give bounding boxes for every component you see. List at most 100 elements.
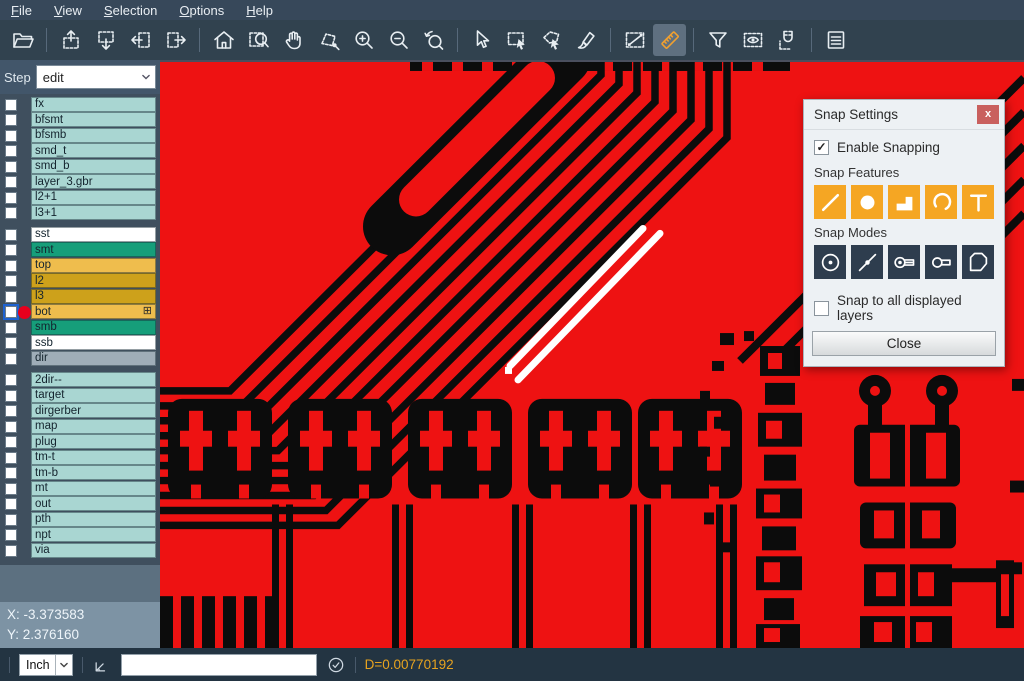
command-input[interactable] — [121, 654, 317, 676]
mode-contour-button[interactable] — [962, 245, 994, 279]
pan-down-button[interactable] — [89, 24, 122, 56]
select-poly-button[interactable] — [535, 24, 568, 56]
layer-visibility-checkbox[interactable] — [5, 145, 17, 157]
layer-row-out[interactable]: out — [0, 497, 160, 513]
feat-surface-button[interactable] — [888, 185, 920, 219]
dialog-title-bar[interactable]: Snap Settings x — [804, 100, 1004, 130]
layer-visibility-checkbox[interactable] — [5, 421, 17, 433]
layer-visibility-checkbox[interactable] — [5, 374, 17, 386]
layer-row-map[interactable]: map — [0, 419, 160, 435]
layer-row-l3[interactable]: l3 — [0, 289, 160, 305]
layer-visibility-checkbox[interactable] — [5, 452, 17, 464]
layer-row-smd_b[interactable]: smd_b — [0, 159, 160, 175]
layer-row-l2[interactable]: l2 — [0, 274, 160, 290]
mode-center-button[interactable] — [814, 245, 846, 279]
pan-left-button[interactable] — [124, 24, 157, 56]
layer-row-smb[interactable]: smb — [0, 320, 160, 336]
feat-circle-button[interactable] — [851, 185, 883, 219]
layer-row-plug[interactable]: plug — [0, 435, 160, 451]
layer-row-target[interactable]: target — [0, 388, 160, 404]
pan-hand-button[interactable] — [277, 24, 310, 56]
mode-midpoint-button[interactable] — [851, 245, 883, 279]
layer-row-l2+1[interactable]: l2+1 — [0, 190, 160, 206]
ruler-button[interactable] — [653, 24, 686, 56]
feat-arc-button[interactable] — [925, 185, 957, 219]
select-arrow-button[interactable] — [465, 24, 498, 56]
layer-row-2dir--[interactable]: 2dir-- — [0, 373, 160, 389]
layer-visibility-checkbox[interactable] — [5, 405, 17, 417]
menu-item-help[interactable]: Help — [235, 2, 284, 19]
zoom-in-button[interactable] — [347, 24, 380, 56]
layer-row-sst[interactable]: sst — [0, 227, 160, 243]
pan-up-button[interactable] — [54, 24, 87, 56]
layer-visibility-checkbox[interactable] — [5, 322, 17, 334]
layer-visibility-checkbox[interactable] — [5, 229, 17, 241]
dialog-close-button[interactable]: x — [977, 105, 999, 124]
mode-pad-slot-button[interactable] — [888, 245, 920, 279]
step-select[interactable]: edit — [36, 65, 156, 89]
layer-visibility-checkbox[interactable] — [5, 192, 17, 204]
menu-item-options[interactable]: Options — [168, 2, 235, 19]
layer-row-mt[interactable]: mt — [0, 481, 160, 497]
form-button[interactable] — [819, 24, 852, 56]
layer-visibility-checkbox[interactable] — [5, 275, 17, 287]
brush-button[interactable] — [570, 24, 603, 56]
circle-check-icon[interactable] — [326, 655, 346, 675]
mode-pad-outline-button[interactable] — [925, 245, 957, 279]
layer-row-bfsmb[interactable]: bfsmb — [0, 128, 160, 144]
layer-visibility-checkbox[interactable] — [5, 161, 17, 173]
menu-item-view[interactable]: View — [43, 2, 93, 19]
layer-row-l3+1[interactable]: l3+1 — [0, 206, 160, 222]
layer-visibility-checkbox[interactable] — [5, 130, 17, 142]
chevron-down-icon[interactable] — [137, 66, 155, 88]
zoom-object-button[interactable] — [312, 24, 345, 56]
layer-visibility-checkbox[interactable] — [5, 467, 17, 479]
layer-row-layer_3.gbr[interactable]: layer_3.gbr — [0, 175, 160, 191]
layer-visibility-checkbox[interactable] — [5, 244, 17, 256]
layer-row-smd_t[interactable]: smd_t — [0, 144, 160, 160]
enable-snapping-row[interactable]: Enable Snapping — [804, 140, 1004, 155]
open-folder-button[interactable] — [6, 24, 39, 56]
all-layers-checkbox[interactable] — [814, 301, 829, 316]
layer-visibility-checkbox[interactable] — [5, 483, 17, 495]
home-button[interactable] — [207, 24, 240, 56]
layer-visibility-checkbox[interactable] — [5, 99, 17, 111]
layer-row-bfsmt[interactable]: bfsmt — [0, 113, 160, 129]
layer-row-top[interactable]: top — [0, 258, 160, 274]
measure-line-button[interactable] — [618, 24, 651, 56]
close-button[interactable]: Close — [812, 331, 996, 356]
angle-icon[interactable] — [92, 655, 112, 675]
feat-line-button[interactable] — [814, 185, 846, 219]
filter-button[interactable] — [701, 24, 734, 56]
layer-visibility-checkbox[interactable] — [5, 207, 17, 219]
select-rect-button[interactable] — [500, 24, 533, 56]
layer-visibility-checkbox[interactable] — [5, 436, 17, 448]
layer-row-fx[interactable]: fx — [0, 97, 160, 113]
layer-visibility-checkbox[interactable] — [5, 514, 17, 526]
layer-row-via[interactable]: via — [0, 543, 160, 559]
layer-row-dir[interactable]: dir — [0, 351, 160, 367]
zoom-window-button[interactable] — [242, 24, 275, 56]
layer-row-smt[interactable]: smt — [0, 243, 160, 259]
layer-visibility-checkbox[interactable] — [5, 306, 17, 318]
layer-visibility-checkbox[interactable] — [5, 529, 17, 541]
zoom-out-button[interactable] — [382, 24, 415, 56]
layer-visibility-checkbox[interactable] — [5, 353, 17, 365]
chevron-down-icon[interactable] — [55, 655, 72, 675]
snap-button[interactable] — [771, 24, 804, 56]
layer-visibility-checkbox[interactable] — [5, 260, 17, 272]
zoom-previous-button[interactable] — [417, 24, 450, 56]
unit-select[interactable]: Inch — [19, 654, 73, 676]
layer-visibility-checkbox[interactable] — [5, 291, 17, 303]
layer-visibility-checkbox[interactable] — [5, 176, 17, 188]
layer-row-tm-b[interactable]: tm-b — [0, 466, 160, 482]
pan-right-button[interactable] — [159, 24, 192, 56]
all-layers-row[interactable]: Snap to all displayed layers — [804, 293, 1004, 323]
layer-visibility-checkbox[interactable] — [5, 337, 17, 349]
enable-snapping-checkbox[interactable] — [814, 140, 829, 155]
layer-visibility-checkbox[interactable] — [5, 390, 17, 402]
layer-row-tm-t[interactable]: tm-t — [0, 450, 160, 466]
layer-visibility-checkbox[interactable] — [5, 498, 17, 510]
view-box-button[interactable] — [736, 24, 769, 56]
layer-visibility-checkbox[interactable] — [5, 114, 17, 126]
